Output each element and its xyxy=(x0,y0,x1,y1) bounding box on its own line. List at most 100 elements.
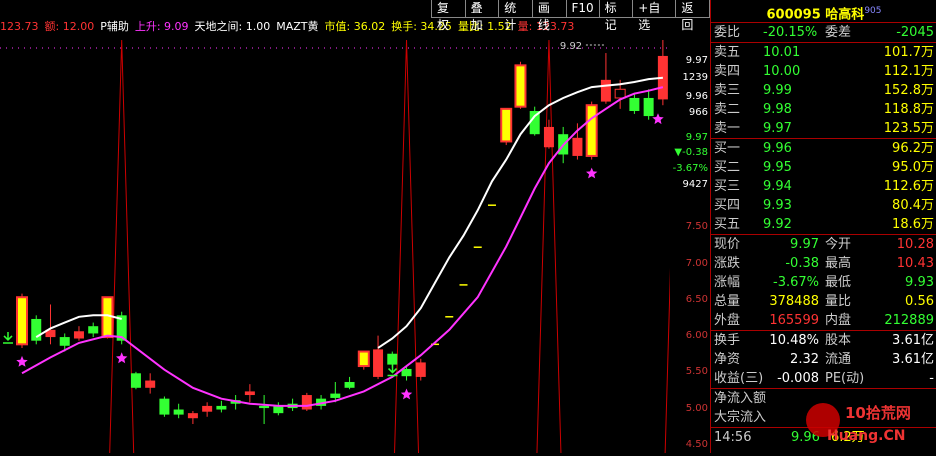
toolbar-button[interactable]: 复权 xyxy=(431,0,466,32)
axis-price-tick: 6.50 xyxy=(685,293,708,305)
book-price: 9.93 xyxy=(763,198,792,213)
stat-label: 涨跌 xyxy=(714,256,741,271)
stock-code: 600095 xyxy=(766,7,821,23)
kline-svg: 9.92 xyxy=(0,39,690,454)
book-price: 10.01 xyxy=(763,45,801,60)
tick-time: 14:56 xyxy=(714,430,752,445)
bid-row: 买二 9.95 95.0万 xyxy=(711,158,936,177)
weibi-row: 委比 -20.15% 委差 -2045 xyxy=(711,22,936,42)
stat-value: 378488 xyxy=(769,294,819,309)
candle-body xyxy=(73,331,84,339)
stock-badge: 905 xyxy=(864,6,882,16)
candle-body xyxy=(130,373,141,388)
axis-price-tick: 4.50 xyxy=(685,438,708,450)
down-arrow-marker xyxy=(3,331,13,344)
candle-body xyxy=(415,362,426,377)
toolbar-button[interactable]: 叠加 xyxy=(464,0,500,32)
stat-row: 外盘 165599 内盘 212889 xyxy=(711,311,936,330)
watermark-text: 10拾荒网 xyxy=(845,404,911,422)
stat-row: 涨跌 -0.38 最高 10.43 xyxy=(711,254,936,273)
indicator-value: MAZT黄 xyxy=(276,20,319,33)
book-label: 卖二 xyxy=(714,102,741,117)
candle-body xyxy=(259,405,270,409)
book-price: 9.97 xyxy=(763,121,792,136)
stat-label: 外盘 xyxy=(714,313,741,328)
axis-price-tick: 5.00 xyxy=(685,402,708,414)
axis-price-tick: 5.50 xyxy=(685,366,708,378)
book-price: 9.94 xyxy=(763,179,792,194)
stat-value: 9.93 xyxy=(905,275,934,290)
candle-body xyxy=(543,126,554,148)
star-marker xyxy=(116,352,128,364)
stat-value: 0.56 xyxy=(905,294,934,309)
candle-body xyxy=(401,368,412,377)
stat-value: 212889 xyxy=(884,313,934,328)
stat-label: 股本 xyxy=(825,333,852,348)
book-volume: 152.8万 xyxy=(883,83,934,98)
indicator-value: 额: 12.00 xyxy=(44,20,95,33)
book-label: 卖四 xyxy=(714,64,741,79)
stat-value: 2.32 xyxy=(790,352,819,367)
indicator-value: 上升: 9.09 xyxy=(134,20,189,33)
candle-body xyxy=(643,97,654,117)
toolbar-button[interactable]: 统计 xyxy=(498,0,533,32)
bid-book: 买一 9.96 96.2万 买二 9.95 95.0万 买三 9.94 112.6万 买四 9.93… xyxy=(711,138,936,234)
stat-label: 净资 xyxy=(714,352,741,367)
book-volume: 112.1万 xyxy=(883,64,934,79)
book-volume: 123.5万 xyxy=(883,121,934,136)
axis-quote-label: 9.97 xyxy=(685,132,708,143)
stat-label: 最低 xyxy=(825,275,852,290)
candle-body xyxy=(273,405,284,414)
weibi-label: 委比 xyxy=(714,25,741,40)
toolbar-button[interactable]: F10 xyxy=(565,0,600,18)
candle-body xyxy=(387,353,398,365)
book-volume: 118.8万 xyxy=(883,102,934,117)
axis-price-tick: 6.00 xyxy=(685,330,708,342)
stat-value: -0.38 xyxy=(785,256,819,271)
candle-body xyxy=(187,413,198,419)
toolbar-button[interactable]: 标记 xyxy=(598,0,634,32)
stat-value: 10.28 xyxy=(896,237,934,252)
stat-label: 内盘 xyxy=(825,313,852,328)
quote-panel: 600095 哈高科905 委比 -20.15% 委差 -2045 卖五 10.0… xyxy=(710,0,936,453)
book-price: 9.96 xyxy=(763,141,792,156)
book-price: 9.92 xyxy=(763,217,792,232)
stat-row: 净资 2.32 流通 3.61亿 xyxy=(711,350,936,369)
candle-body xyxy=(629,97,640,112)
weicha-label: 委差 xyxy=(825,25,852,40)
book-label: 买五 xyxy=(714,217,741,232)
candle-limit xyxy=(357,350,370,368)
stat-row: 涨幅 -3.67% 最低 9.93 xyxy=(711,273,936,292)
book-price: 9.99 xyxy=(763,83,792,98)
book-volume: 101.7万 xyxy=(883,45,934,60)
stat-value: -3.67% xyxy=(773,275,819,290)
price-axis: 9.97 1239 9.96 966 9.97 ▼-0.38 -3.67% 9427 7.50 7… xyxy=(670,0,710,453)
book-volume: 112.6万 xyxy=(883,179,934,194)
toolbar-button[interactable]: 画线 xyxy=(531,0,567,32)
book-label: 卖一 xyxy=(714,121,741,136)
book-price: 9.95 xyxy=(763,160,792,175)
book-label: 买一 xyxy=(714,141,741,156)
stock-name: 哈高科 xyxy=(825,7,865,23)
watermark-logo: 10拾荒网 Huang.CN xyxy=(806,403,911,444)
stat-label: 收益(三) xyxy=(714,371,764,386)
stat-value: - xyxy=(929,371,934,386)
axis-quote-label: -3.67% xyxy=(672,163,708,174)
kline-chart[interactable]: 9.92 123.73 额: 12.00 P辅助 上升: 9.09 天地之间: 1.00… xyxy=(0,0,711,454)
candle-body xyxy=(202,405,213,412)
indicator-value: 123.73 xyxy=(0,20,39,33)
bid-row: 买一 9.96 96.2万 xyxy=(711,139,936,158)
bid-row: 买五 9.92 18.6万 xyxy=(711,215,936,234)
ask-row: 卖五 10.01 101.7万 xyxy=(711,43,936,62)
candle-body xyxy=(330,393,341,398)
stock-header: 600095 哈高科905 xyxy=(711,0,936,22)
ask-row: 卖一 9.97 123.5万 xyxy=(711,119,936,138)
weicha-value: -2045 xyxy=(896,25,934,40)
axis-quote-label: 966 xyxy=(688,107,708,118)
stat-row: 现价 9.97 今开 10.28 xyxy=(711,235,936,254)
signal-spike xyxy=(109,39,135,454)
book-label: 卖三 xyxy=(714,83,741,98)
book-volume: 95.0万 xyxy=(892,160,934,175)
candle-body xyxy=(145,380,156,388)
axis-quote-label: 1239 xyxy=(682,72,708,83)
